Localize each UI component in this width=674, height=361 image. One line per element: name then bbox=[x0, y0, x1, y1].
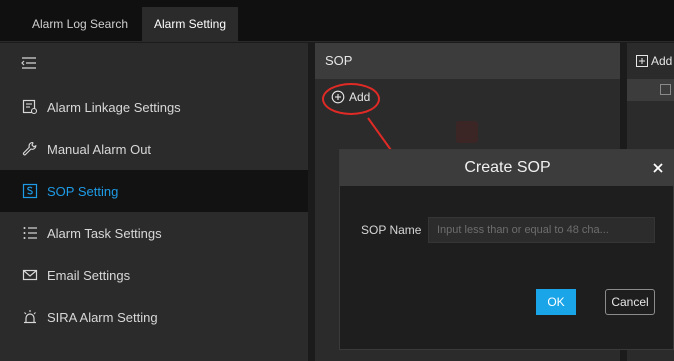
sidebar-item-email-settings[interactable]: Email Settings bbox=[0, 254, 308, 296]
ok-button[interactable]: OK bbox=[536, 289, 576, 315]
sidebar-item-sop-setting[interactable]: SOP Setting bbox=[0, 170, 308, 212]
sidebar-item-label: Alarm Linkage Settings bbox=[47, 99, 181, 115]
tab-alarm-log-search[interactable]: Alarm Log Search bbox=[20, 7, 140, 42]
sidebar-item-label: Alarm Task Settings bbox=[47, 225, 162, 241]
right-add-button[interactable]: Add bbox=[627, 43, 674, 79]
table-header-row bbox=[627, 79, 674, 101]
dialog-title: Create SOP bbox=[464, 159, 551, 176]
annotation-ring bbox=[322, 83, 380, 115]
top-tab-bar: Alarm Log Search Alarm Setting bbox=[0, 0, 674, 42]
select-all-checkbox[interactable] bbox=[660, 84, 671, 95]
sidebar-item-label: Manual Alarm Out bbox=[47, 141, 152, 157]
linkage-settings-icon bbox=[22, 99, 38, 115]
sidebar: Alarm Linkage Settings Manual Alarm Out … bbox=[0, 43, 308, 361]
wrench-icon bbox=[22, 141, 38, 157]
sidebar-item-label: SIRA Alarm Setting bbox=[47, 309, 158, 325]
menu-collapse-icon[interactable] bbox=[21, 55, 37, 71]
sidebar-item-label: SOP Setting bbox=[47, 183, 119, 199]
right-add-label: Add bbox=[651, 54, 673, 68]
plus-square-icon bbox=[636, 55, 648, 67]
tab-alarm-setting[interactable]: Alarm Setting bbox=[142, 7, 238, 42]
sidebar-item-alarm-task-settings[interactable]: Alarm Task Settings bbox=[0, 212, 308, 254]
create-sop-dialog: Create SOP SOP Name OK Cancel bbox=[339, 149, 674, 350]
app-root: Alarm Log Search Alarm Setting Alarm Lin… bbox=[0, 0, 674, 361]
sop-icon bbox=[22, 183, 38, 199]
search-icon bbox=[456, 121, 478, 143]
envelope-icon bbox=[22, 267, 38, 283]
sidebar-item-sira-alarm-setting[interactable]: SIRA Alarm Setting bbox=[0, 296, 308, 338]
sidebar-item-manual-alarm-out[interactable]: Manual Alarm Out bbox=[0, 128, 308, 170]
sop-panel-title: SOP bbox=[315, 43, 620, 79]
sop-name-label: SOP Name bbox=[361, 223, 422, 237]
close-icon[interactable] bbox=[649, 159, 667, 177]
dialog-header: Create SOP bbox=[340, 150, 674, 186]
alarm-light-icon bbox=[22, 309, 38, 325]
cancel-button[interactable]: Cancel bbox=[605, 289, 655, 315]
sidebar-item-alarm-linkage-settings[interactable]: Alarm Linkage Settings bbox=[0, 86, 308, 128]
sop-name-input[interactable] bbox=[428, 217, 655, 243]
sidebar-item-label: Email Settings bbox=[47, 267, 131, 283]
task-list-icon bbox=[22, 225, 38, 241]
